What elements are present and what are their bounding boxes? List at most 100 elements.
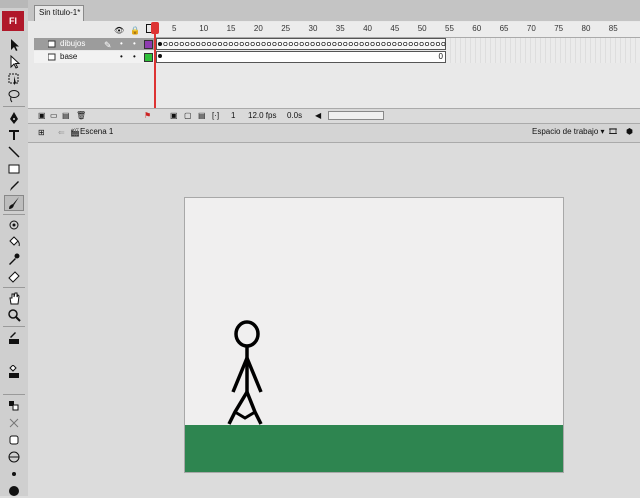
layer-icon (47, 40, 56, 48)
timeline-toggle-icon[interactable]: ⊞ (38, 127, 45, 139)
keyframe-dot (277, 41, 282, 47)
keyframe-dot (266, 41, 272, 47)
document-tab[interactable]: Sin título-1* (34, 5, 84, 21)
trash-icon[interactable]: 🗑 (76, 110, 86, 122)
ruler-mark: 35 (335, 24, 345, 33)
layer-color-swatch[interactable] (144, 40, 153, 49)
onion-markers-icon[interactable]: [·] (212, 110, 219, 122)
keyframe-dot (419, 41, 424, 47)
paint-bucket-icon[interactable] (4, 234, 24, 250)
ruler-mark: 30 (308, 24, 318, 33)
edit-symbol-icon[interactable]: ⬢ (626, 126, 633, 138)
layer-row-base[interactable]: base • • (34, 51, 154, 63)
pen-icon[interactable] (4, 110, 24, 126)
frames-dibujos[interactable] (156, 38, 446, 50)
edit-scene-icon[interactable]: 🎞 (608, 126, 618, 138)
stick-figure[interactable] (225, 318, 269, 430)
tools-panel: Fl (0, 0, 29, 496)
text-icon[interactable] (4, 127, 24, 143)
lock-dot[interactable]: • (133, 51, 136, 63)
line-icon[interactable] (4, 144, 24, 160)
timeline-scrollbar[interactable] (328, 111, 384, 120)
keyframe-dot (223, 41, 228, 47)
visibility-dot[interactable]: • (120, 38, 123, 50)
keyframe-dot (343, 41, 348, 47)
ruler-mark: 25 (281, 24, 291, 33)
ruler-mark: 45 (390, 24, 400, 33)
keyframe-dot (256, 41, 261, 47)
frame-rate[interactable]: 12.0 fps (248, 110, 276, 122)
subselection-icon[interactable] (4, 54, 24, 70)
keyframe-dot (348, 41, 353, 47)
default-colors-icon[interactable] (4, 398, 24, 414)
document-tab-bar (28, 0, 640, 22)
center-frame-icon[interactable]: ⚑ (144, 110, 151, 122)
onion-outline-icon[interactable]: ▢ (184, 110, 192, 122)
keyframe-dot (158, 54, 162, 58)
brush-size-icon[interactable] (4, 466, 24, 482)
brush-mode-icon[interactable] (4, 449, 24, 465)
layer-row-dibujos[interactable]: dibujos ✎ • • (34, 38, 154, 50)
keyframe-dot (386, 41, 391, 47)
keyframe-dot (250, 41, 255, 47)
layer-name: dibujos (60, 39, 86, 48)
lasso-icon[interactable] (4, 88, 24, 104)
toolbar-grip[interactable] (0, 0, 28, 8)
flash-logo: Fl (2, 11, 24, 31)
keyframe-dot (337, 41, 342, 47)
smooth-icon[interactable] (4, 432, 24, 448)
ruler-mark: 60 (472, 24, 482, 33)
ground-rectangle[interactable] (185, 425, 563, 472)
back-arrow-icon[interactable]: ⇐ (58, 127, 65, 139)
ruler-mark: 15 (226, 24, 236, 33)
keyframe-dot (316, 41, 321, 47)
layer-name: base (60, 52, 78, 61)
pencil-icon[interactable] (4, 178, 24, 194)
keyframe-dot (435, 41, 441, 47)
deco-icon[interactable] (4, 217, 24, 233)
keyframe-dot (288, 41, 293, 47)
toolbar-divider (3, 214, 25, 215)
eraser-icon[interactable] (4, 268, 24, 284)
keyframe-dot (403, 41, 408, 47)
playhead-handle[interactable] (151, 22, 159, 34)
free-transform-icon[interactable] (4, 71, 24, 87)
empty-frames[interactable] (446, 38, 640, 63)
keyframe-dot (272, 41, 277, 47)
keyframe-dot (239, 41, 244, 47)
eye-icon[interactable]: 👁 (114, 26, 124, 35)
brush-icon[interactable] (4, 195, 24, 211)
visibility-dot[interactable]: • (120, 51, 123, 63)
stroke-color-icon[interactable] (4, 330, 24, 346)
current-frame: 1 (231, 111, 236, 120)
lock-dot[interactable]: • (133, 38, 136, 50)
new-layer-icon[interactable]: ▣ (38, 110, 46, 122)
onion-skin-icon[interactable]: ▣ (170, 110, 178, 122)
keyframe-dot (228, 41, 233, 47)
snap-icon[interactable] (4, 415, 24, 431)
rectangle-icon[interactable] (4, 161, 24, 177)
keyframe-dot (299, 41, 304, 47)
selection-icon[interactable] (4, 37, 24, 53)
workspace-dropdown[interactable]: Espacio de trabajo ▾ (532, 127, 605, 136)
ruler-mark: 70 (526, 24, 536, 33)
folder-icon[interactable]: ▤ (62, 110, 70, 122)
hand-icon[interactable] (4, 290, 24, 306)
keyframe-dot (408, 41, 413, 47)
eyedropper-icon[interactable] (4, 251, 24, 267)
frames-base[interactable]: 0 (156, 51, 446, 63)
lock-icon[interactable]: 🔒 (130, 26, 140, 35)
fill-color-icon[interactable] (4, 364, 24, 380)
ruler-mark: 50 (417, 24, 427, 33)
keyframe-dot (332, 41, 337, 47)
new-folder-icon[interactable]: ▭ (50, 110, 58, 122)
ruler-mark: 40 (363, 24, 372, 33)
layer-color-swatch[interactable] (144, 53, 153, 62)
scroll-left-icon[interactable]: ◀ (315, 110, 321, 122)
keyframe-dot (212, 41, 217, 47)
zoom-icon[interactable] (4, 307, 24, 323)
frame-ruler[interactable]: 5 10 15 20 25 30 35 40 45 50 55 60 65 70 75 80 85 (156, 22, 640, 38)
keyframe-dot (179, 41, 184, 47)
keyframe-dot (217, 41, 223, 47)
edit-multiple-frames-icon[interactable]: ▤ (198, 110, 206, 122)
